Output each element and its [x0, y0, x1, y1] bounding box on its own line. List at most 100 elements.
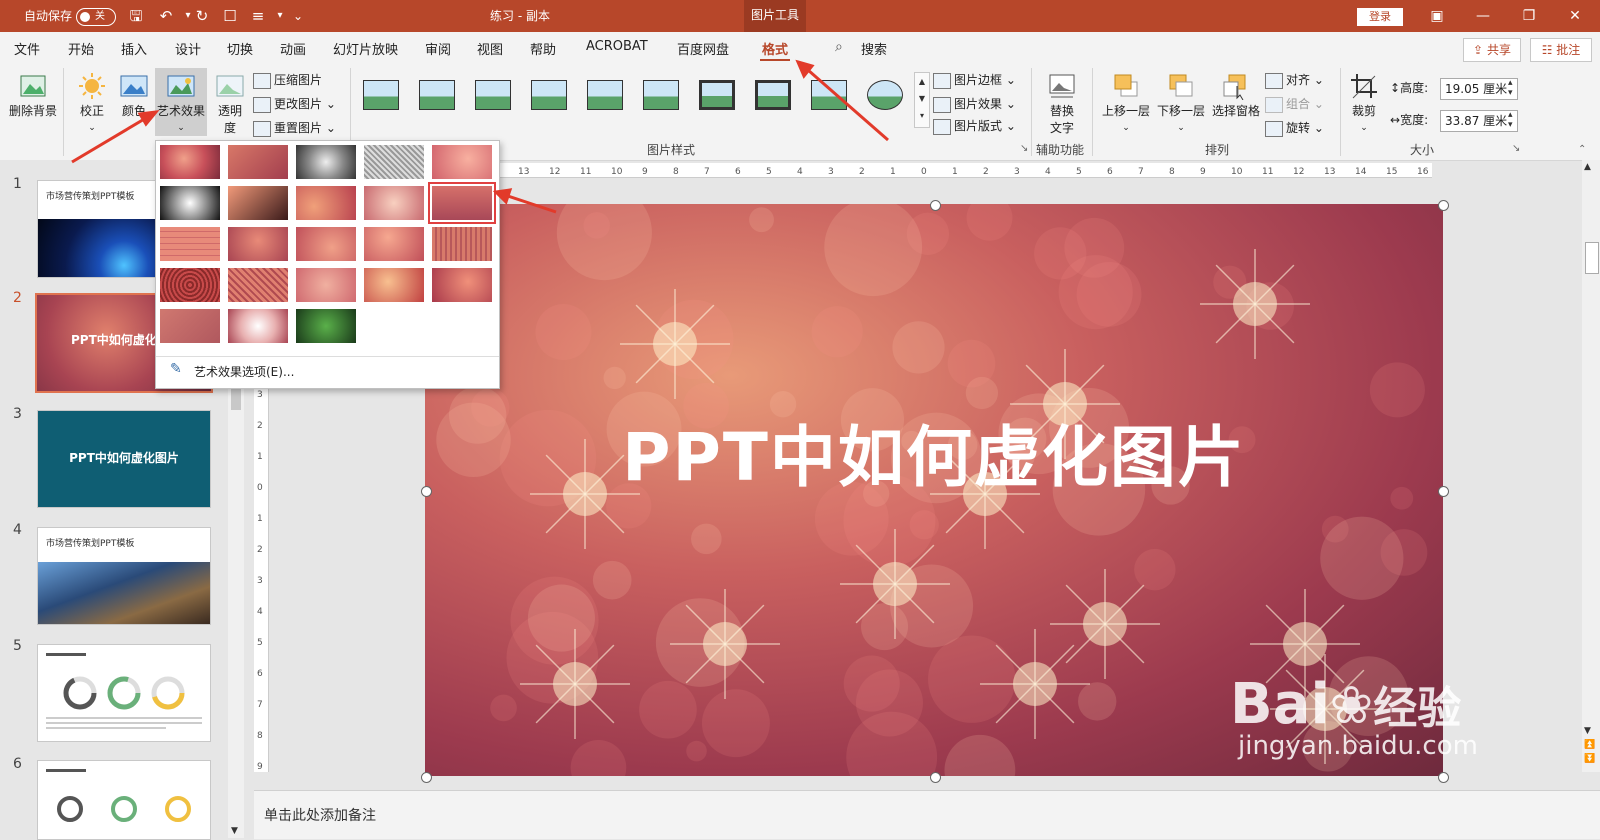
bring-forward-button[interactable]: 上移一层 ⌄ [1100, 72, 1152, 133]
artistic-effect-option[interactable] [160, 268, 220, 302]
login-button[interactable]: 登录 [1357, 8, 1403, 26]
color-button[interactable]: 颜色 [116, 72, 152, 119]
collapse-ribbon-icon[interactable]: ⌃ [1578, 144, 1586, 155]
artistic-effect-option[interactable] [228, 227, 288, 261]
customize-qat-icon[interactable]: ⌄ [288, 6, 308, 26]
send-backward-button[interactable]: 下移一层 ⌄ [1155, 72, 1207, 133]
dialog-launcher-icon[interactable]: ↘ [1020, 143, 1028, 154]
artistic-effects-button[interactable]: 艺术效果 ⌄ [155, 68, 207, 136]
picture-style-option[interactable] [475, 80, 513, 114]
search-icon[interactable]: ⌕ [835, 39, 843, 55]
tab-transitions[interactable]: 切换 [227, 39, 253, 58]
resize-handle[interactable] [421, 486, 432, 497]
resize-handle[interactable] [1438, 772, 1449, 783]
scrollbar-thumb[interactable] [1585, 242, 1599, 274]
height-input[interactable]: 19.05 厘米 [1440, 78, 1518, 100]
scroll-up-icon[interactable]: ▲ [1584, 162, 1591, 172]
artistic-effect-blur-option[interactable] [428, 182, 496, 224]
align-icon[interactable]: ≡ [248, 6, 268, 26]
tab-baidu-netdisk[interactable]: 百度网盘 [677, 39, 729, 58]
artistic-effect-option[interactable] [228, 145, 288, 179]
artistic-effect-option[interactable] [228, 309, 288, 343]
autosave-toggle[interactable]: 关 [76, 8, 116, 26]
resize-handle[interactable] [421, 772, 432, 783]
dialog-launcher-icon[interactable]: ↘ [1512, 143, 1520, 154]
resize-handle[interactable] [1438, 486, 1449, 497]
search-label[interactable]: 搜索 [861, 39, 887, 58]
height-spinner[interactable]: ▴ ▾ [1508, 78, 1513, 98]
scroll-up-icon[interactable]: ▲ [919, 77, 925, 86]
width-input[interactable]: 33.87 厘米 [1440, 110, 1518, 132]
notes-placeholder[interactable]: 单击此处添加备注 [264, 805, 376, 825]
compress-pictures-button[interactable]: 压缩图片 [253, 70, 322, 90]
width-spinner[interactable]: ▴ ▾ [1508, 110, 1513, 130]
tab-insert[interactable]: 插入 [121, 39, 147, 58]
picture-style-option[interactable] [755, 80, 793, 114]
scroll-down-icon[interactable]: ▼ [919, 94, 925, 103]
selection-pane-button[interactable]: 选择窗格 [1210, 72, 1262, 119]
comments-button[interactable]: ☷ 批注 [1530, 38, 1592, 62]
artistic-effect-option[interactable] [296, 145, 356, 179]
align-button[interactable]: 对齐 ⌄ [1265, 70, 1324, 90]
picture-style-option[interactable] [699, 80, 737, 114]
resize-handle[interactable] [929, 200, 941, 211]
artistic-effect-option[interactable] [364, 145, 424, 179]
artistic-effect-option[interactable] [296, 268, 356, 302]
picture-style-option[interactable] [531, 80, 569, 114]
align-dropdown-icon[interactable]: ▾ [270, 6, 290, 26]
spin-up-icon[interactable]: ▴ [1508, 110, 1513, 120]
remove-background-button[interactable]: 删除背景 [8, 72, 58, 119]
artistic-effect-option[interactable] [228, 268, 288, 302]
close-icon[interactable]: ✕ [1552, 0, 1598, 32]
spin-down-icon[interactable]: ▾ [1508, 120, 1513, 130]
scroll-down-icon[interactable]: ▼ [1584, 726, 1591, 736]
artistic-effect-option[interactable] [160, 145, 220, 179]
slide-thumbnail[interactable] [37, 760, 211, 840]
editor-scrollbar[interactable]: ▲ ▼ ⏫ ⏬ [1582, 160, 1600, 772]
tab-view[interactable]: 视图 [477, 39, 503, 58]
minimize-icon[interactable]: — [1460, 0, 1506, 32]
tab-acrobat[interactable]: ACROBAT [586, 39, 648, 54]
picture-layout-button[interactable]: 图片版式 ⌄ [933, 116, 1016, 136]
tab-review[interactable]: 审阅 [425, 39, 451, 58]
artistic-effect-option[interactable] [160, 227, 220, 261]
artistic-effect-option[interactable] [432, 227, 492, 261]
restore-icon[interactable]: ❐ [1506, 0, 1552, 32]
artistic-effect-option[interactable] [364, 186, 424, 220]
picture-style-option[interactable] [867, 80, 905, 114]
resize-handle[interactable] [1438, 200, 1449, 211]
ribbon-display-icon[interactable]: ▣ [1414, 0, 1460, 32]
rotate-button[interactable]: 旋转 ⌄ [1265, 118, 1324, 138]
artistic-effect-option[interactable] [296, 186, 356, 220]
notes-pane[interactable]: 单击此处添加备注 [254, 790, 1600, 839]
scroll-down-icon[interactable]: ▼ [231, 826, 238, 836]
artistic-effect-option[interactable] [432, 145, 492, 179]
crop-button[interactable]: 裁剪 ⌄ [1346, 72, 1382, 133]
spin-up-icon[interactable]: ▴ [1508, 78, 1513, 88]
change-picture-button[interactable]: 更改图片 ⌄ [253, 94, 336, 114]
alt-text-button[interactable]: 替换 文字 [1042, 72, 1082, 136]
picture-style-option[interactable] [643, 80, 681, 114]
artistic-effect-option[interactable] [364, 268, 424, 302]
group-button[interactable]: 组合 ⌄ [1265, 94, 1324, 114]
spin-down-icon[interactable]: ▾ [1508, 88, 1513, 98]
save-icon[interactable]: 🖫 [126, 6, 146, 26]
tab-design[interactable]: 设计 [175, 39, 201, 58]
transparency-button[interactable]: 透明度 [212, 72, 248, 136]
slide-thumbnail[interactable] [37, 644, 211, 742]
artistic-effect-option[interactable] [160, 186, 220, 220]
next-slide-icon[interactable]: ⏬ [1584, 754, 1595, 764]
tab-format[interactable]: 格式 [762, 39, 788, 58]
share-button[interactable]: ⇪ 共享 [1463, 38, 1521, 62]
picture-effects-button[interactable]: 图片效果 ⌄ [933, 94, 1016, 114]
picture-style-option[interactable] [587, 80, 625, 114]
previous-slide-icon[interactable]: ⏫ [1584, 740, 1595, 750]
reset-picture-button[interactable]: 重置图片 ⌄ [253, 118, 336, 138]
corrections-button[interactable]: 校正 ⌄ [72, 72, 112, 133]
present-icon[interactable]: ☐ [220, 6, 240, 26]
resize-handle[interactable] [929, 772, 941, 783]
slide-title[interactable]: PPT中如何虚化图片 [425, 404, 1443, 500]
artistic-effect-option[interactable] [432, 268, 492, 302]
artistic-effect-option[interactable] [296, 309, 356, 343]
tab-slideshow[interactable]: 幻灯片放映 [333, 39, 398, 58]
